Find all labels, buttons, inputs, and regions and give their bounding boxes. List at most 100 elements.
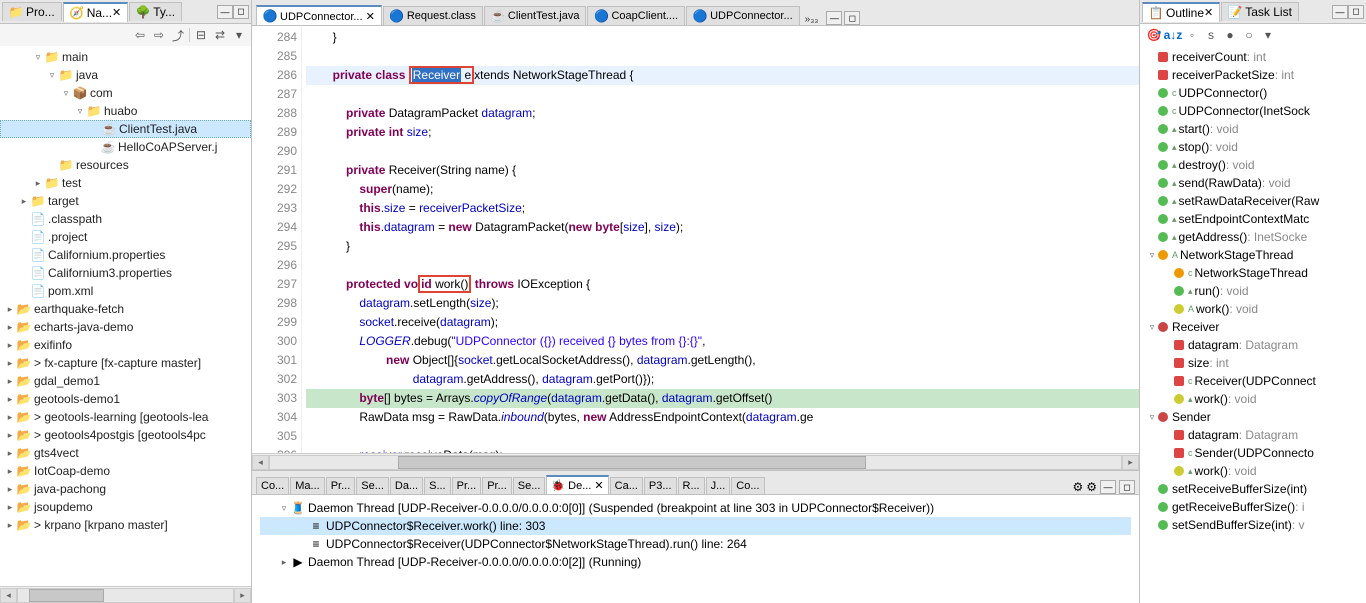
debug-stack-frame[interactable]: ≡UDPConnector$Receiver.work() line: 303 — [260, 517, 1131, 535]
collapse-all-icon[interactable]: ⊟ — [193, 27, 209, 43]
tree-item[interactable]: 📄Californium3.properties — [0, 264, 251, 282]
up-icon[interactable]: ⤴ — [170, 27, 186, 43]
bottom-tab[interactable]: Pr... — [452, 477, 482, 494]
sort-icon[interactable]: a↓z — [1165, 27, 1181, 43]
outline-item[interactable]: cSender(UDPConnecto — [1140, 444, 1366, 462]
outline-item[interactable]: Awork() : void — [1140, 300, 1366, 318]
outline-item[interactable]: getReceiveBufferSize() : i — [1140, 498, 1366, 516]
tree-item[interactable]: ▸📂echarts-java-demo — [0, 318, 251, 336]
hide-fields-icon[interactable]: ◦ — [1184, 27, 1200, 43]
outline-item[interactable]: ▴run() : void — [1140, 282, 1366, 300]
editor-tab[interactable]: 🔵UDPConnector... — [686, 6, 800, 25]
hide-nonpublic-icon[interactable]: ● — [1222, 27, 1238, 43]
bottom-tab[interactable]: Ma... — [290, 477, 324, 494]
tree-item[interactable]: ☕ClientTest.java — [0, 120, 251, 138]
outline-item[interactable]: ▿ANetworkStageThread — [1140, 246, 1366, 264]
outline-item[interactable]: datagram : Datagram — [1140, 336, 1366, 354]
tree-item[interactable]: ▸📂gdal_demo1 — [0, 372, 251, 390]
scroll-left-icon[interactable]: ◂ — [0, 588, 17, 603]
outline-item[interactable]: size : int — [1140, 354, 1366, 372]
bottom-tab[interactable]: 🐞 De... ✕ — [546, 475, 608, 494]
scroll-right-icon[interactable]: ▸ — [234, 588, 251, 603]
outline-tree[interactable]: receiverCount : intreceiverPacketSize : … — [1140, 46, 1366, 603]
tree-item[interactable]: ▿📁huabo — [0, 102, 251, 120]
editor-tab[interactable]: 🔵CoapClient.... — [587, 6, 685, 25]
bottom-tab[interactable]: Co... — [256, 477, 289, 494]
hide-static-icon[interactable]: s — [1203, 27, 1219, 43]
tree-item[interactable]: 📄pom.xml — [0, 282, 251, 300]
tree-item[interactable]: ▸📂> geotools4postgis [geotools4pc — [0, 426, 251, 444]
debug-stack-frame[interactable]: ▿🧵Daemon Thread [UDP-Receiver-0.0.0.0/0.… — [260, 499, 1131, 517]
bottom-tab[interactable]: S... — [424, 477, 451, 494]
view-menu-icon[interactable]: ▾ — [231, 27, 247, 43]
outline-item[interactable]: ▿Sender — [1140, 408, 1366, 426]
tree-item[interactable]: ▸📂geotools-demo1 — [0, 390, 251, 408]
maximize-button[interactable]: ◻ — [1348, 5, 1364, 19]
tree-item[interactable]: ▸📂java-pachong — [0, 480, 251, 498]
minimize-button[interactable]: — — [1332, 5, 1348, 19]
outline-item[interactable]: cReceiver(UDPConnect — [1140, 372, 1366, 390]
bottom-tab[interactable]: Se... — [356, 477, 389, 494]
tree-item[interactable]: ▸📂gts4vect — [0, 444, 251, 462]
tree-item[interactable]: 📄.classpath — [0, 210, 251, 228]
outline-item[interactable]: setSendBufferSize(int) : v — [1140, 516, 1366, 534]
tree-item[interactable]: ☕HelloCoAPServer.j — [0, 138, 251, 156]
tab-project-explorer[interactable]: 📁Pro... — [2, 2, 62, 21]
tree-item[interactable]: ▸📂> krpano [krpano master] — [0, 516, 251, 534]
debug-toolbar-icon[interactable]: ⚙ — [1072, 480, 1083, 494]
tree-item[interactable]: ▿📦com — [0, 84, 251, 102]
tree-item[interactable]: ▸📂jsoupdemo — [0, 498, 251, 516]
maximize-button[interactable]: ◻ — [233, 5, 249, 19]
outline-item[interactable]: ▴getAddress() : InetSocke — [1140, 228, 1366, 246]
code-editor[interactable]: 2842852862872882892902912922932942952962… — [252, 26, 1139, 453]
maximize-button[interactable]: ◻ — [844, 11, 860, 25]
bottom-tab[interactable]: R... — [678, 477, 705, 494]
tab-task-list[interactable]: 📝Task List — [1221, 2, 1299, 21]
tree-item[interactable]: ▸📁test — [0, 174, 251, 192]
code-area[interactable]: } private class Receiver extends Network… — [302, 26, 1139, 453]
tree-item[interactable]: ▸📂exifinfo — [0, 336, 251, 354]
outline-item[interactable]: ▴destroy() : void — [1140, 156, 1366, 174]
tree-item[interactable]: 📁resources — [0, 156, 251, 174]
debug-stack-frame[interactable]: ≡UDPConnector$Receiver(UDPConnector$Netw… — [260, 535, 1131, 553]
tab-type-hierarchy[interactable]: 🌳Ty... — [129, 2, 182, 21]
tree-item[interactable]: ▿📁java — [0, 66, 251, 84]
bottom-tab[interactable]: Pr... — [326, 477, 356, 494]
maximize-button[interactable]: ◻ — [1119, 480, 1135, 494]
debug-stack-frame[interactable]: ▸▶Daemon Thread [UDP-Receiver-0.0.0.0/0.… — [260, 553, 1131, 571]
outline-item[interactable]: ▴setRawDataReceiver(Raw — [1140, 192, 1366, 210]
tree-item[interactable]: ▸📂IotCoap-demo — [0, 462, 251, 480]
outline-item[interactable]: ▴work() : void — [1140, 390, 1366, 408]
tree-item[interactable]: ▸📂earthquake-fetch — [0, 300, 251, 318]
bottom-tab[interactable]: Co... — [731, 477, 764, 494]
outline-item[interactable]: cNetworkStageThread — [1140, 264, 1366, 282]
outline-item[interactable]: cUDPConnector() — [1140, 84, 1366, 102]
minimize-button[interactable]: — — [1100, 480, 1116, 494]
editor-tab[interactable]: ☕ClientTest.java — [484, 6, 587, 25]
tree-item[interactable]: ▿📁main — [0, 48, 251, 66]
bottom-tab[interactable]: Pr... — [482, 477, 512, 494]
scroll-left-icon[interactable]: ◂ — [252, 455, 269, 470]
debug-view[interactable]: ▿🧵Daemon Thread [UDP-Receiver-0.0.0.0/0.… — [252, 495, 1139, 603]
tabs-overflow-icon[interactable]: »₃₃ — [801, 14, 823, 25]
link-editor-icon[interactable]: ⇄ — [212, 27, 228, 43]
debug-toolbar-icon[interactable]: ⚙ — [1086, 480, 1097, 494]
navigator-tree[interactable]: ▿📁main▿📁java▿📦com▿📁huabo☕ClientTest.java… — [0, 46, 251, 586]
minimize-button[interactable]: — — [217, 5, 233, 19]
outline-item[interactable]: ▴start() : void — [1140, 120, 1366, 138]
outline-item[interactable]: ▴stop() : void — [1140, 138, 1366, 156]
outline-item[interactable]: setReceiveBufferSize(int) — [1140, 480, 1366, 498]
outline-item[interactable]: receiverCount : int — [1140, 48, 1366, 66]
bottom-tab[interactable]: J... — [706, 477, 731, 494]
bottom-tab[interactable]: Da... — [390, 477, 423, 494]
bottom-tab[interactable]: Ca... — [610, 477, 643, 494]
scroll-right-icon[interactable]: ▸ — [1122, 455, 1139, 470]
outline-item[interactable]: ▴send(RawData) : void — [1140, 174, 1366, 192]
back-icon[interactable]: ⇦ — [132, 27, 148, 43]
tree-item[interactable]: ▸📂> fx-capture [fx-capture master] — [0, 354, 251, 372]
outline-item[interactable]: ▿Receiver — [1140, 318, 1366, 336]
outline-item[interactable]: ▴work() : void — [1140, 462, 1366, 480]
outline-item[interactable]: datagram : Datagram — [1140, 426, 1366, 444]
bottom-tab[interactable]: P3... — [644, 477, 677, 494]
tab-navigator[interactable]: 🧭Na... ✕ — [63, 2, 129, 22]
